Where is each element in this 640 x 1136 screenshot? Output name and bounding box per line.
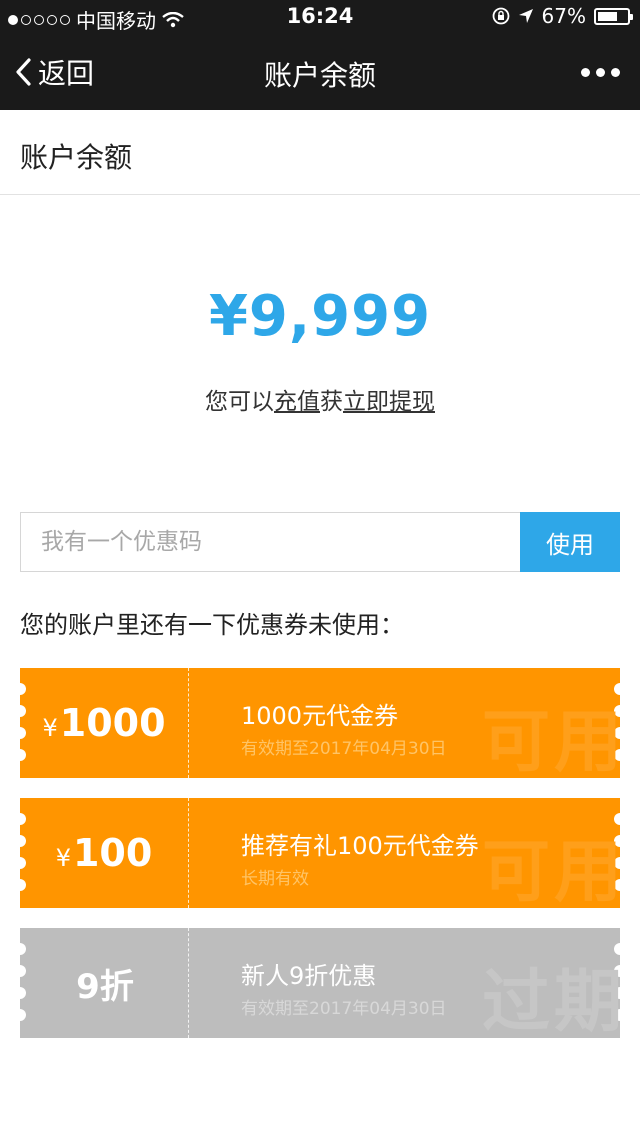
coupon-card[interactable]: 可用 ¥100 推荐有礼100元代金券 长期有效 — [20, 798, 620, 908]
coupon-divider — [188, 798, 189, 908]
tip-prefix: 您可以 — [205, 389, 274, 415]
battery-percent: 67% — [541, 4, 586, 28]
promo-code-input[interactable] — [20, 512, 520, 572]
coupon-title: 新人9折优惠 — [241, 962, 377, 990]
coupon-status-stamp: 可用 — [482, 703, 620, 778]
rotation-lock-icon — [492, 7, 509, 25]
coupon-amount: ¥1000 — [20, 668, 188, 778]
balance-tip: 您可以充值获立即提现 — [0, 382, 640, 416]
coupon-amount: ¥100 — [20, 798, 188, 908]
section-header: 账户余额 — [0, 110, 640, 195]
status-icons: 67% — [492, 4, 633, 28]
battery-icon — [594, 7, 633, 25]
tip-middle: 获 — [320, 389, 343, 415]
recharge-link[interactable]: 充值 — [274, 389, 320, 415]
coupon-divider — [188, 668, 189, 778]
section-title: 账户余额 — [20, 141, 133, 174]
coupon-status-stamp: 可用 — [482, 833, 620, 908]
location-arrow-icon — [518, 9, 533, 23]
use-promo-button[interactable]: 使用 — [520, 512, 620, 572]
coupon-validity: 长期有效 — [241, 869, 309, 889]
coupon-value: 9折 — [76, 966, 134, 1007]
coupon-value: 1000 — [59, 701, 166, 745]
coupon-status-stamp: 过期 — [482, 963, 620, 1038]
coupon-title: 1000元代金券 — [241, 702, 399, 730]
coupon-validity: 有效期至2017年04月30日 — [241, 999, 447, 1019]
status-bar: 中国移动 16:24 67% — [0, 0, 640, 34]
balance-amount: ¥9,999 — [208, 284, 432, 349]
more-dot-icon — [581, 68, 590, 77]
coupon-validity: 有效期至2017年04月30日 — [241, 739, 447, 759]
coupon-card-expired: 过期 9折 新人9折优惠 有效期至2017年04月30日 — [20, 928, 620, 1038]
nav-bar: 返回 账户余额 — [0, 34, 640, 110]
coupon-amount: 9折 — [20, 928, 188, 1038]
more-dot-icon — [596, 68, 605, 77]
coupon-title: 推荐有礼100元代金券 — [241, 832, 479, 860]
coupon-currency: ¥ — [55, 844, 71, 872]
promo-code-row: 使用 — [20, 512, 620, 572]
coupon-value: 100 — [72, 831, 153, 875]
more-button[interactable] — [581, 68, 620, 77]
coupon-currency: ¥ — [42, 714, 58, 742]
withdraw-link[interactable]: 立即提现 — [343, 389, 435, 415]
nav-title: 账户余额 — [263, 59, 376, 92]
coupon-divider — [188, 928, 189, 1038]
more-dot-icon — [611, 68, 620, 77]
coupons-intro: 您的账户里还有一下优惠券未使用： — [20, 611, 404, 639]
coupon-card[interactable]: 可用 ¥1000 1000元代金券 有效期至2017年04月30日 — [20, 668, 620, 778]
